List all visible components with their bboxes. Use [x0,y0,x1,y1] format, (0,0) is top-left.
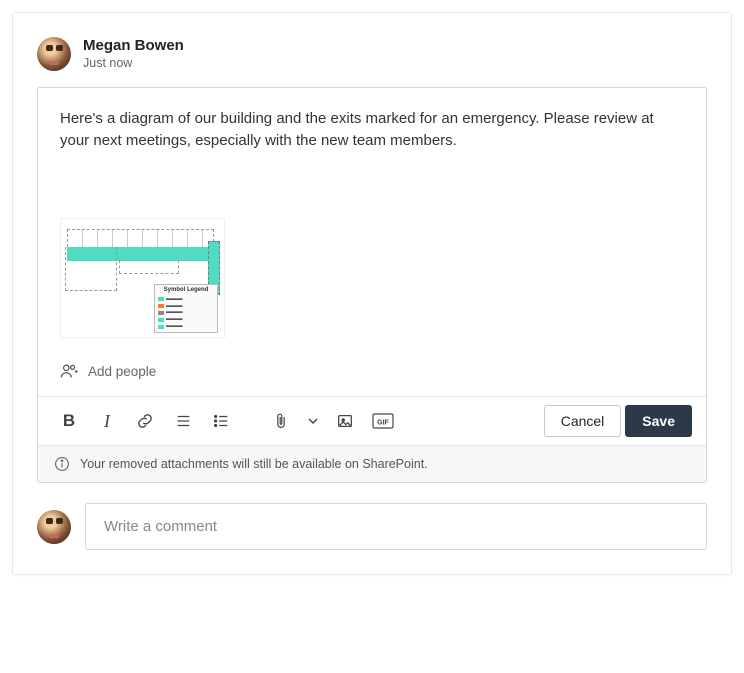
info-message: Your removed attachments will still be a… [80,457,428,471]
post-editor: Here's a diagram of our building and the… [37,87,707,483]
numbered-list-button[interactable] [204,405,238,437]
post-body-text[interactable]: Here's a diagram of our building and the… [38,88,706,218]
comment-input[interactable]: Write a comment [85,503,707,550]
post-timestamp: Just now [83,56,184,70]
author-meta: Megan Bowen Just now [83,37,184,70]
bold-button[interactable]: B [52,405,86,437]
post-card: Megan Bowen Just now Here's a diagram of… [12,12,732,575]
author-name[interactable]: Megan Bowen [83,37,184,54]
add-people-icon [60,362,78,380]
add-people-row[interactable]: Add people [38,352,706,396]
bulleted-list-button[interactable] [166,405,200,437]
gif-button[interactable]: GIF [366,405,400,437]
svg-text:GIF: GIF [377,420,389,427]
attachment-area: Symbol Legend ▬▬▬ ▬▬▬ ▬▬▬ ▬▬▬ ▬▬▬ [38,218,706,352]
add-people-label: Add people [88,364,156,379]
save-button[interactable]: Save [625,405,692,437]
legend-title: Symbol Legend [158,287,214,295]
attach-button[interactable] [264,405,298,437]
author-avatar[interactable] [37,37,71,71]
italic-button[interactable]: I [90,405,124,437]
format-toolbar: B I [38,396,706,445]
link-button[interactable] [128,405,162,437]
cancel-button[interactable]: Cancel [544,405,622,437]
attach-dropdown[interactable] [302,405,324,437]
info-icon [54,456,70,472]
info-bar: Your removed attachments will still be a… [38,445,706,482]
image-button[interactable] [328,405,362,437]
comment-row: Write a comment [37,503,707,550]
floorplan-attachment[interactable]: Symbol Legend ▬▬▬ ▬▬▬ ▬▬▬ ▬▬▬ ▬▬▬ [60,218,225,338]
comment-placeholder: Write a comment [104,518,217,535]
post-header: Megan Bowen Just now [37,37,707,71]
commenter-avatar[interactable] [37,510,71,544]
